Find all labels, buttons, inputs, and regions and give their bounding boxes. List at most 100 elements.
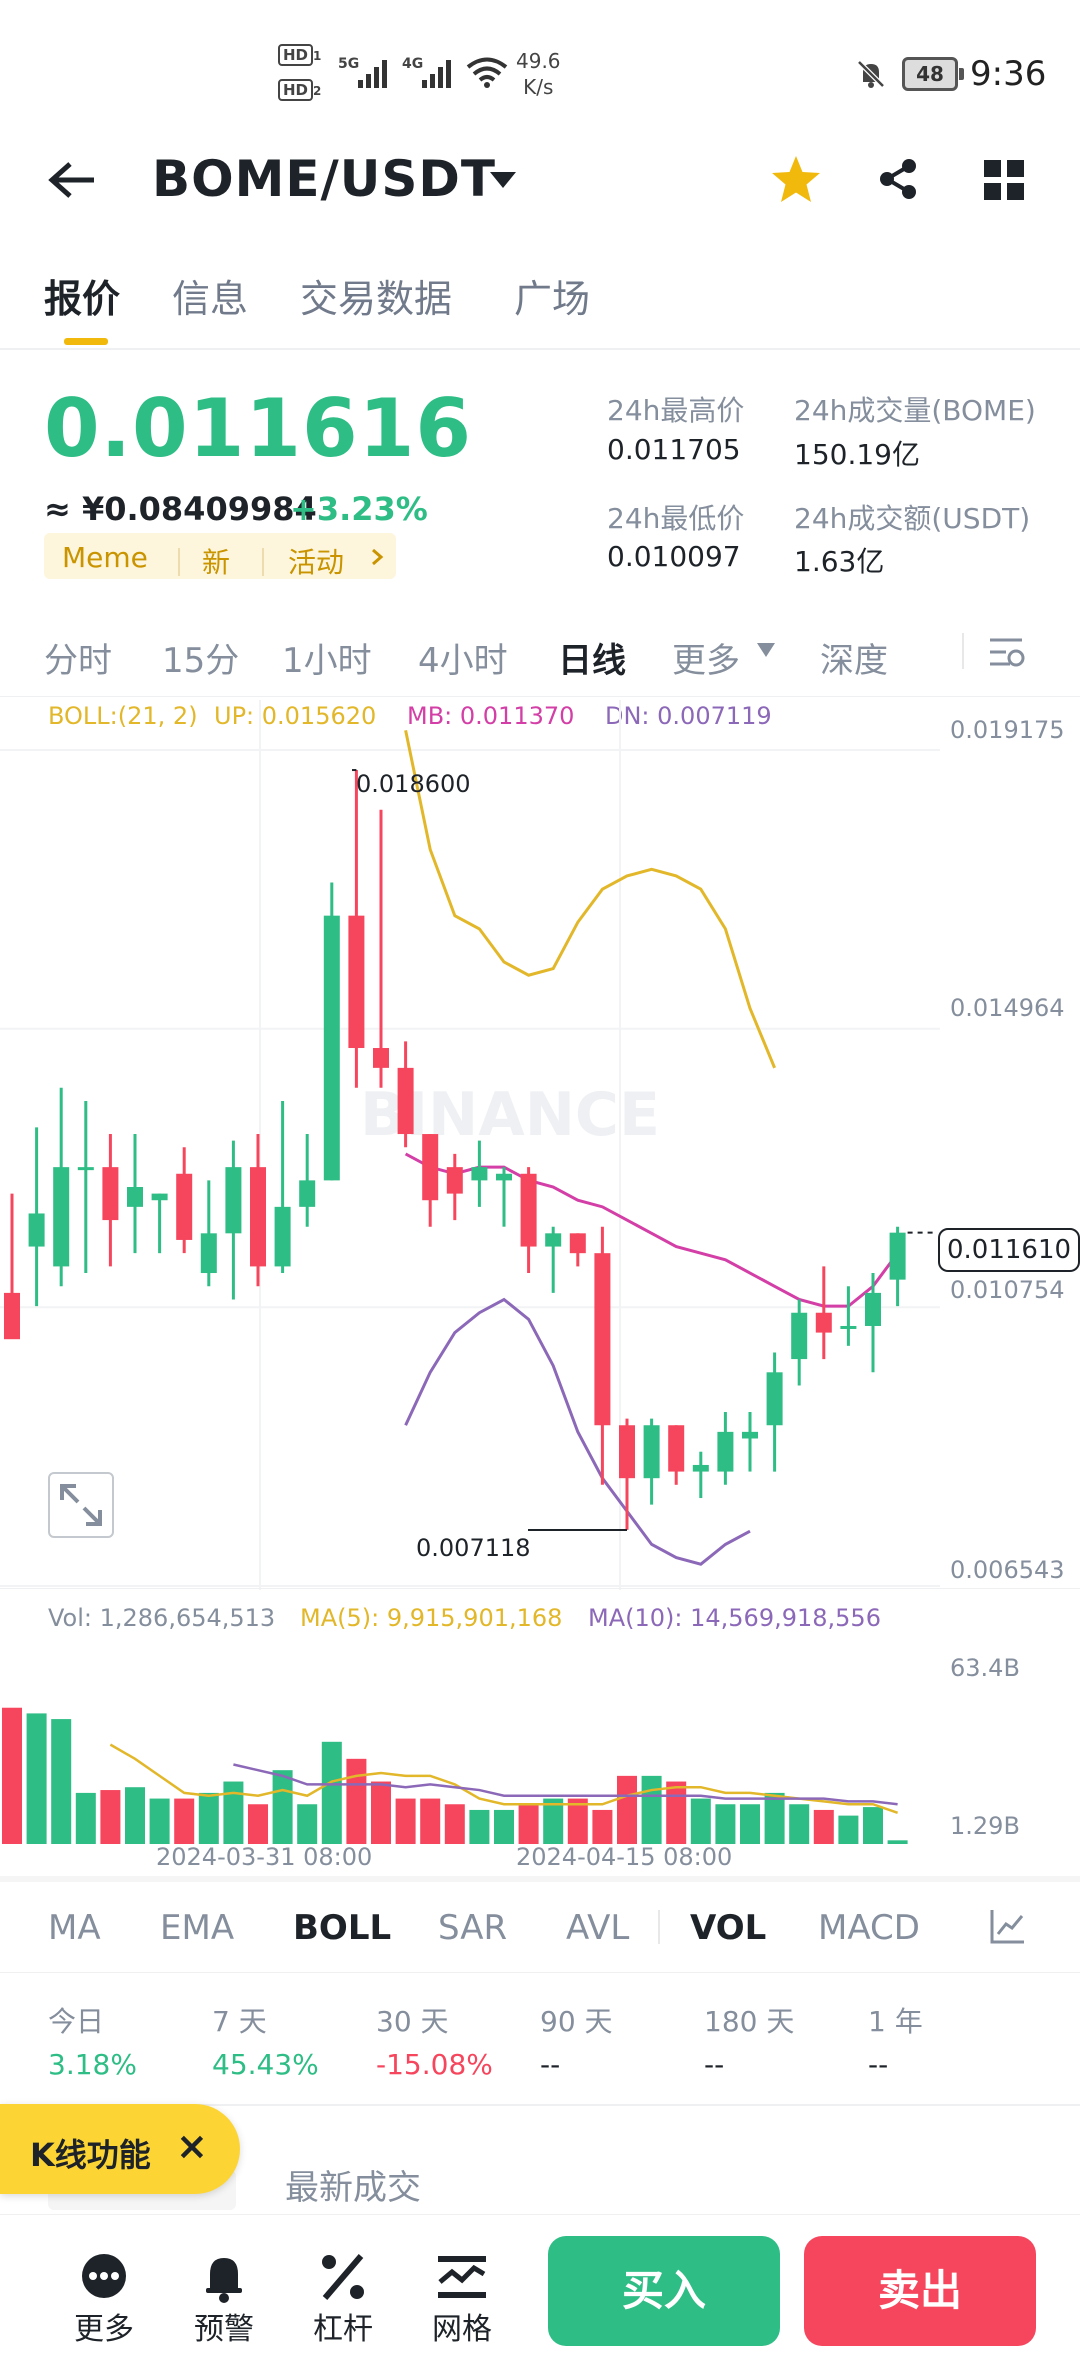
tag-meme[interactable]: Meme [62,541,148,574]
candle-down [668,1425,685,1485]
indicator-boll[interactable]: BOLL [293,1908,391,1948]
stat-value-high: 0.011705 [607,433,741,466]
candle-up [200,1180,217,1287]
tab-square[interactable]: 广场 [514,268,590,323]
candle-body [791,1312,808,1360]
candle-body [569,1233,586,1254]
candle-up [299,1134,316,1227]
indicator-ema[interactable]: EMA [160,1908,234,1948]
candle-body [520,1173,537,1247]
volume-bar [297,1804,318,1844]
indicator-sar[interactable]: SAR [438,1908,507,1948]
indicator-macd[interactable]: MACD [818,1908,920,1948]
bell-icon[interactable] [194,2248,254,2308]
grid-trading-icon[interactable] [432,2248,492,2308]
volume-axis-tick: 1.29B [950,1812,1020,1840]
tag-activity[interactable]: 活动 [288,541,344,581]
network-type-2: 4G [402,56,424,72]
candle-body [176,1173,193,1240]
interval-depth[interactable]: 深度 [820,633,888,682]
signal-icon-2 [422,56,451,88]
volume-chart [2,1707,908,1844]
candle-body [422,1134,439,1201]
sell-button[interactable]: 卖出 [804,2236,1036,2346]
candle-down [176,1147,193,1254]
date-label: 2024-04-15 08:00 [516,1843,733,1871]
chart-settings-icon[interactable] [986,632,1026,672]
candle-up [225,1140,242,1300]
candle-body [668,1425,685,1472]
interval-1h[interactable]: 1小时 [282,633,372,682]
interval-time-share[interactable]: 分时 [44,633,112,682]
tab-trading-data[interactable]: 交易数据 [300,268,452,323]
buy-button[interactable]: 买入 [548,2236,780,2346]
interval-1d[interactable]: 日线 [558,633,626,682]
volume-bar [420,1798,441,1844]
volume-bar [592,1809,613,1844]
volume-bar [100,1790,121,1844]
low-marker-label: 0.007118 [416,1534,531,1562]
volume-bar [174,1798,195,1844]
leverage-percent-icon[interactable] [313,2248,373,2308]
dropdown-caret-icon[interactable] [488,170,518,190]
boll-lower-line [404,1297,751,1566]
candle-down [815,1266,832,1360]
hd1-indicator: HD 1 [278,44,321,66]
tag-new[interactable]: 新 [202,541,230,581]
chevron-right-icon [372,548,384,566]
nav-more[interactable]: 更多 [74,2304,134,2348]
indicator-vol[interactable]: VOL [690,1908,766,1948]
candle-body [373,1048,389,1068]
indicator-ma[interactable]: MA [48,1908,101,1948]
volume-bar [789,1804,810,1844]
expand-chart-button[interactable] [48,1472,114,1538]
more-caret-icon [757,643,775,657]
candlestick-chart[interactable]: BINANCE [0,700,1080,1600]
candle-body [619,1425,635,1479]
candle-body [77,1167,94,1171]
candle-down [4,1193,20,1340]
volume-bar [690,1798,711,1844]
volume-bar [740,1804,760,1844]
tab-info[interactable]: 信息 [172,268,248,323]
pair-title[interactable]: BOME/USDT [152,150,496,208]
candle-body [545,1233,562,1247]
close-icon[interactable]: × [176,2124,208,2168]
kline-features-label[interactable]: K线功能 [30,2130,151,2176]
candle-body [397,1067,414,1135]
candle-body [102,1167,119,1221]
high-marker-label: 0.018600 [356,770,471,798]
mute-bell-icon [857,60,885,88]
latest-trades-tab[interactable]: 最新成交 [285,2160,421,2209]
candle-body [274,1206,291,1267]
share-icon[interactable] [875,156,921,202]
volume-bar [617,1775,637,1844]
volume-label: Vol: 1,286,654,513 [48,1604,276,1632]
tab-quote[interactable]: 报价 [44,268,120,323]
interval-4h[interactable]: 4小时 [418,633,508,682]
volume-ma10-label: MA(10): 14,569,918,556 [588,1604,881,1632]
indicator-settings-icon[interactable] [988,1906,1028,1946]
candle-body [865,1292,881,1326]
candle-body [28,1213,45,1247]
battery-indicator: 48 [902,57,964,91]
candle-down [102,1134,119,1267]
candle-up [865,1273,881,1373]
more-dots-icon[interactable] [74,2248,134,2308]
interval-15m[interactable]: 15分 [162,633,239,682]
grid-menu-icon[interactable] [982,158,1026,202]
volume-bar [887,1840,908,1844]
candle-body [742,1431,758,1439]
price-axis-tick: 0.010754 [950,1276,1065,1304]
nav-grid[interactable]: 网格 [432,2304,492,2348]
volume-bar [764,1792,785,1844]
volume-bar [346,1758,367,1844]
nav-alert[interactable]: 预警 [194,2304,254,2348]
interval-more[interactable]: 更多 [672,633,740,682]
nav-leverage[interactable]: 杠杆 [313,2304,373,2348]
star-icon[interactable] [770,154,822,204]
candle-down [373,809,389,1088]
chart-top-divider [0,696,1080,697]
back-arrow-icon[interactable] [48,160,98,200]
indicator-avl[interactable]: AVL [566,1908,629,1948]
